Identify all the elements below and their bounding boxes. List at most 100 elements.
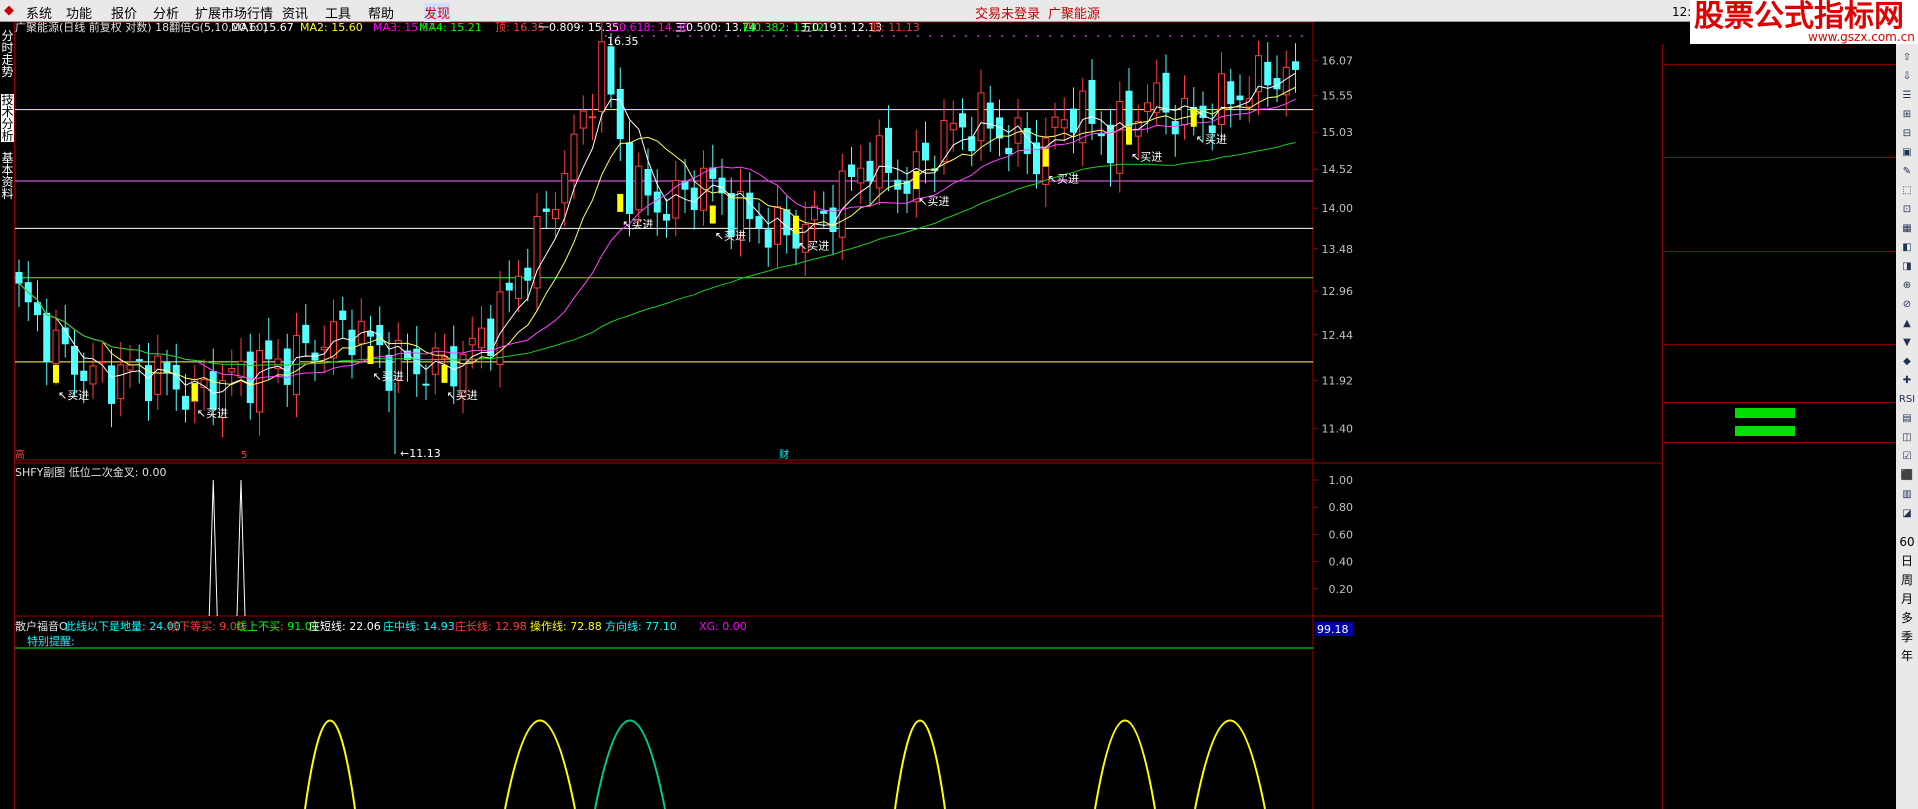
menu-discover[interactable]: 发现 [424, 3, 451, 22]
menu-news[interactable]: 资讯 [282, 3, 308, 22]
oscillator-curve [594, 719, 666, 809]
buy-signal-bar [617, 193, 624, 212]
toolbar-icon[interactable]: ⊕ [1898, 278, 1916, 294]
kline-chart-area[interactable]: 广聚能源(日线 前复权 对数) 18翻倍G(5,10,20,60)MA1: 15… [15, 22, 1665, 809]
toolbar-icon[interactable]: ✎ [1898, 164, 1916, 180]
bottom-header-i3: 线上不买: 91.00 [236, 619, 319, 633]
sub-chart[interactable]: SHFY副图 低位二次金叉: 0.00 1.00 0.80 0.60 0.40 0.20 [15, 465, 1354, 617]
tab-fundamentals[interactable]: 基本资料 [1, 152, 14, 200]
candle-body [783, 209, 791, 236]
ask-row [1667, 102, 1895, 120]
candle-body [15, 271, 23, 284]
tick-row [1667, 536, 1895, 554]
bid-row [1667, 178, 1895, 196]
toolbar-icon[interactable]: ⊞ [1898, 107, 1916, 123]
toolbar-icon[interactable]: ☑ [1898, 449, 1916, 465]
logo-text: 股票公式指标网 [1694, 0, 1904, 34]
toolbar-icon[interactable]: ▦ [1898, 221, 1916, 237]
tick-row [1667, 444, 1895, 462]
candle-body [89, 365, 97, 385]
toolbar-icon[interactable]: ◫ [1898, 430, 1916, 446]
candle-body [922, 142, 929, 161]
menu-ext-market[interactable]: 扩展市场行情 [195, 3, 273, 22]
candle-body [552, 209, 559, 220]
candle-body [1181, 97, 1188, 126]
price-axis-label: 12.96 [1322, 285, 1354, 298]
toolbar-icon[interactable]: ⊟ [1898, 126, 1916, 142]
toolbar-icon[interactable]: ◨ [1898, 259, 1916, 275]
tick-row [1667, 664, 1895, 682]
buy-signal-label: ↖买进 [622, 218, 653, 231]
bottom-header-i7: 操作线: 72.88 [530, 619, 602, 633]
period-button[interactable]: 年 [1898, 648, 1916, 664]
toolbar-icon[interactable]: ⊡ [1898, 202, 1916, 218]
candle-body [34, 302, 41, 316]
toolbar-icon[interactable]: ⇩ [1898, 69, 1916, 85]
candle-body [570, 133, 578, 181]
toolbar-icon[interactable]: ▲ [1898, 316, 1916, 332]
oscillator-curve [304, 719, 356, 809]
period-button[interactable]: 60 [1898, 534, 1916, 550]
candle-body [154, 355, 162, 395]
toolbar-icon[interactable]: ⬛ [1898, 468, 1916, 484]
candle-body [1125, 90, 1133, 127]
toolbar-icon[interactable]: ▥ [1898, 487, 1916, 503]
candle-body [764, 229, 772, 248]
period-button[interactable]: 多 [1898, 610, 1916, 626]
candle-body [1292, 61, 1299, 70]
menu-tools[interactable]: 工具 [325, 3, 351, 22]
tab-technical[interactable]: 技术分析 [1, 94, 14, 142]
toolbar-icon[interactable]: ⊘ [1898, 297, 1916, 313]
candle-body [1060, 119, 1068, 129]
buy-signal-bar [1126, 126, 1132, 145]
menu-analysis[interactable]: 分析 [153, 3, 179, 22]
sub-axis-label: 0.20 [1329, 583, 1354, 596]
period-button[interactable]: 季 [1898, 629, 1916, 645]
flow-bar [1735, 426, 1795, 436]
main-header-ma1: MA1: 15.67 [231, 22, 294, 34]
bottom-header-i8: 方向线: 77.10 [605, 619, 677, 633]
main-header-ma2: MA2: 15.60 [300, 22, 363, 34]
buy-signal-bar [53, 364, 59, 383]
menu-help[interactable]: 帮助 [368, 3, 394, 22]
divider [1663, 442, 1897, 443]
app-logo-icon[interactable]: ◆ [4, 3, 14, 18]
candle-body [1264, 61, 1272, 86]
toolbar-icon[interactable]: ✚ [1898, 373, 1916, 389]
period-button[interactable]: 日 [1898, 553, 1916, 569]
bid-row [1667, 160, 1895, 178]
login-status[interactable]: 交易未登录 [975, 3, 1040, 22]
candle-body [1079, 90, 1087, 144]
candle-body [80, 370, 88, 381]
value-box-text: 99.18 [1317, 623, 1349, 636]
divider [1663, 251, 1897, 252]
toolbar-icon[interactable]: ⬚ [1898, 183, 1916, 199]
toolbar-icon[interactable]: ⇧ [1898, 50, 1916, 66]
period-button[interactable]: 月 [1898, 591, 1916, 607]
toolbar-icon[interactable]: ▼ [1898, 335, 1916, 351]
quote-row [1667, 254, 1895, 272]
toolbar-icon[interactable]: ◧ [1898, 240, 1916, 256]
toolbar-icon[interactable]: ◪ [1898, 506, 1916, 522]
toolbar-icon[interactable]: RSI [1898, 392, 1916, 408]
menu-quote[interactable]: 报价 [111, 3, 137, 22]
price-axis-label: 13.48 [1322, 243, 1354, 256]
tab-intraday[interactable]: 分时走势 [1, 30, 14, 78]
buy-signal-bar [793, 215, 799, 234]
main-chart[interactable]: 广聚能源(日线 前复权 对数) 18翻倍G(5,10,20,60)MA1: 15… [15, 22, 1665, 809]
bottom-chart[interactable]: 散户福音O此线以下是地量: 24.00线下等买: 9.00线上不买: 91.00… [15, 619, 1353, 809]
price-axis-label: 14.52 [1322, 163, 1354, 176]
candle-body [468, 337, 476, 346]
toolbar-icon[interactable]: ▤ [1898, 411, 1916, 427]
period-button[interactable]: 周 [1898, 572, 1916, 588]
toolbar-icon[interactable]: ☰ [1898, 88, 1916, 104]
tick-row [1667, 554, 1895, 572]
main-frame [15, 22, 1314, 461]
menu-function[interactable]: 功能 [66, 3, 92, 22]
toolbar-icon[interactable]: ▣ [1898, 145, 1916, 161]
quote-row [1667, 272, 1895, 290]
menu-system[interactable]: 系统 [26, 3, 52, 22]
toolbar-icon[interactable]: ◆ [1898, 354, 1916, 370]
tick-row [1667, 627, 1895, 645]
tick-row [1667, 645, 1895, 663]
